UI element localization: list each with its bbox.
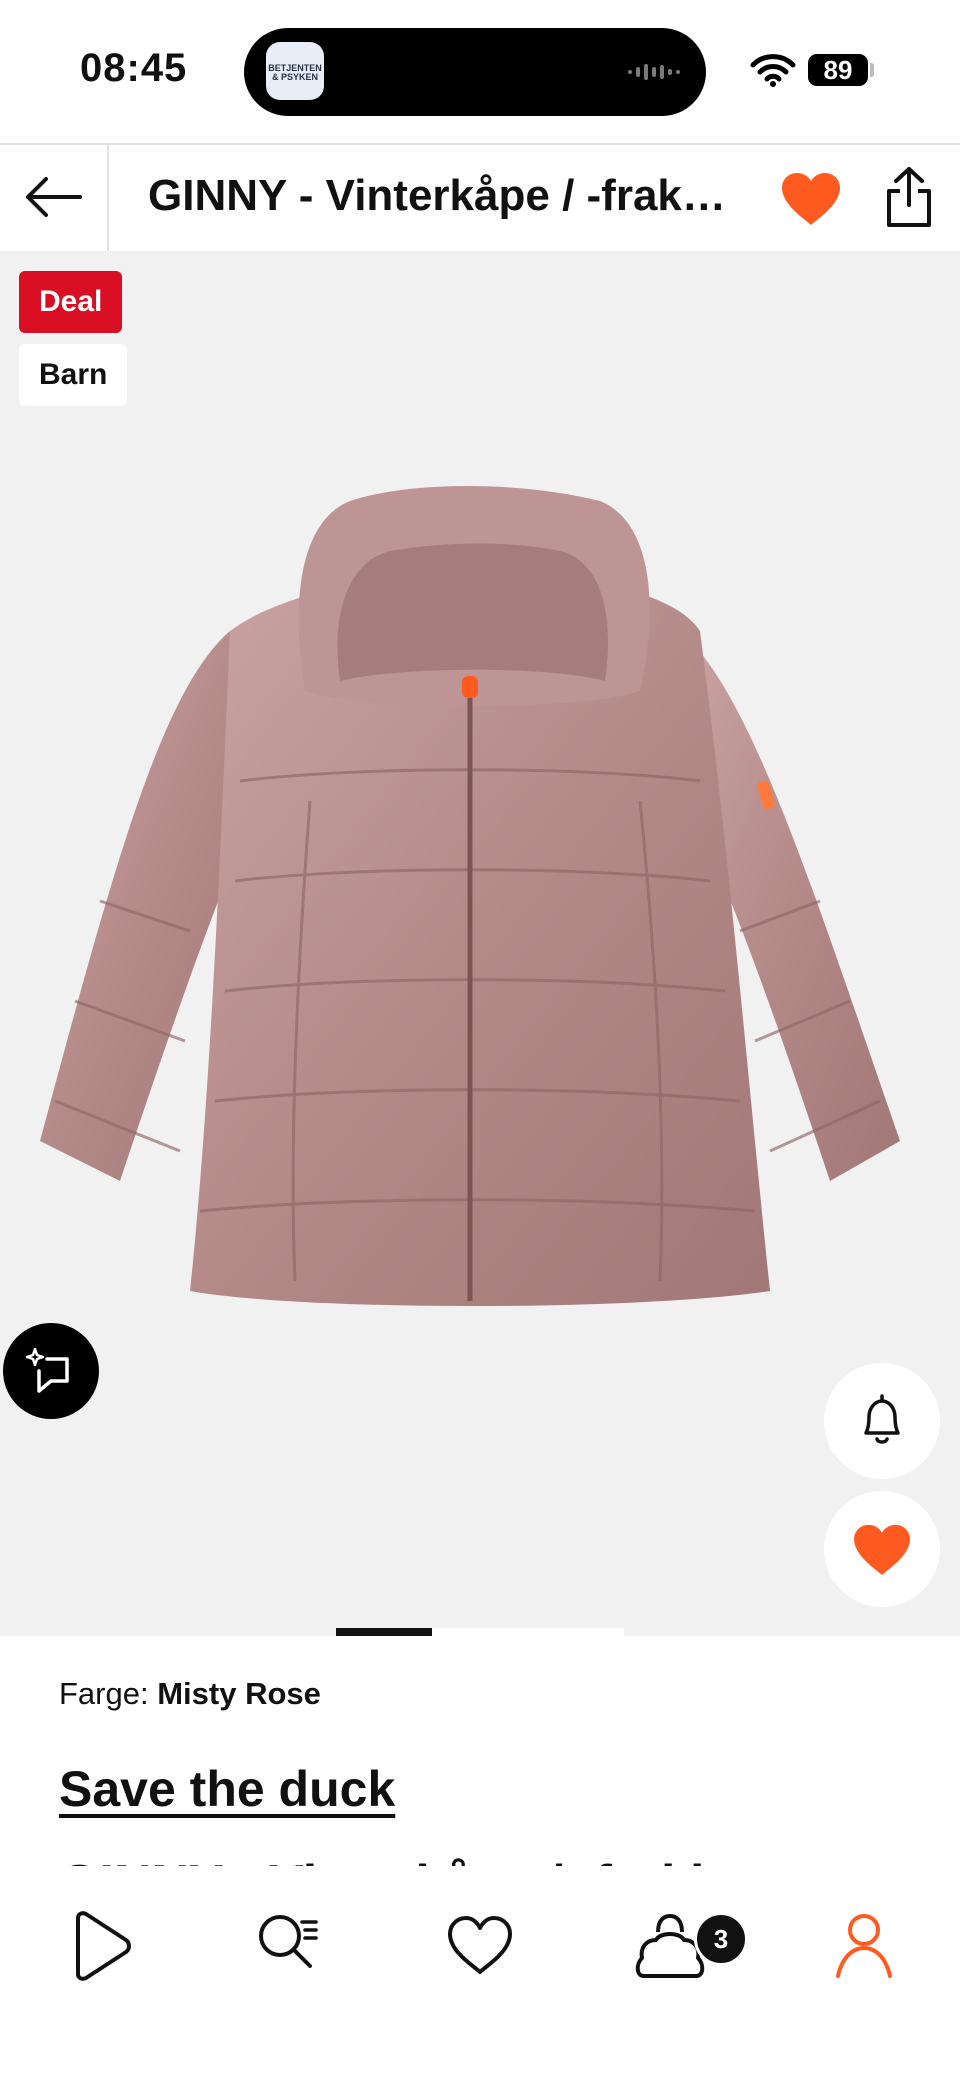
favorite-heart-icon[interactable] <box>780 171 842 227</box>
nav-search[interactable] <box>250 1906 330 1986</box>
dynamic-island[interactable]: BETJENTEN & PSYKEN <box>244 28 706 116</box>
search-icon <box>259 1915 318 1968</box>
image-pager-active <box>336 1628 432 1636</box>
heart-icon <box>854 1524 910 1576</box>
sparkle-crop-icon <box>25 1347 69 1393</box>
image-pager <box>336 1628 624 1636</box>
color-row: Farge: Misty Rose <box>59 1676 321 1712</box>
now-playing-app-icon[interactable]: BETJENTEN & PSYKEN <box>266 42 324 100</box>
audio-wave-icon <box>628 64 680 80</box>
brand-link[interactable]: Save the duck <box>59 1760 395 1818</box>
product-details: Farge: Misty Rose Save the duck GINNY - … <box>0 1636 960 1866</box>
color-label: Farge: <box>59 1676 149 1711</box>
wifi-icon <box>750 54 796 87</box>
status-time: 08:45 <box>80 46 188 90</box>
product-image[interactable] <box>40 481 920 1441</box>
bottom-navigation: 3 <box>0 1866 960 2081</box>
bell-icon <box>864 1394 900 1444</box>
nav-profile[interactable] <box>824 1906 904 1986</box>
battery-indicator: 89 <box>808 54 868 86</box>
deal-badge: Deal <box>19 271 123 333</box>
similar-items-button[interactable] <box>3 1323 99 1419</box>
nav-home[interactable] <box>62 1906 142 1986</box>
heart-outline-icon <box>448 1916 512 1974</box>
add-to-favorites-button[interactable] <box>824 1491 940 1607</box>
battery-tip <box>870 63 874 77</box>
product-name: GINNY - Vinterkåpe / -frakk <box>59 1854 719 1866</box>
price-alert-button[interactable] <box>824 1363 940 1479</box>
now-playing-app-label: BETJENTEN & PSYKEN <box>268 63 322 82</box>
kids-badge: Barn <box>19 344 128 406</box>
back-button[interactable] <box>0 145 109 251</box>
product-image-gallery[interactable]: Deal Barn <box>0 251 960 1636</box>
cart-count-badge: 3 <box>694 1912 748 1966</box>
profile-icon <box>836 1914 892 1978</box>
share-icon[interactable] <box>884 165 934 229</box>
page-title: GINNY - Vinterkåpe / -frakk - misty rose <box>148 171 748 220</box>
arrow-left-icon <box>26 177 82 217</box>
color-value: Misty Rose <box>157 1676 321 1711</box>
app-header: GINNY - Vinterkåpe / -frakk - misty rose <box>0 143 960 253</box>
nav-favorites[interactable] <box>440 1906 520 1986</box>
play-logo-icon <box>76 1911 131 1981</box>
status-bar: 08:45 BETJENTEN & PSYKEN 89 <box>0 0 960 140</box>
